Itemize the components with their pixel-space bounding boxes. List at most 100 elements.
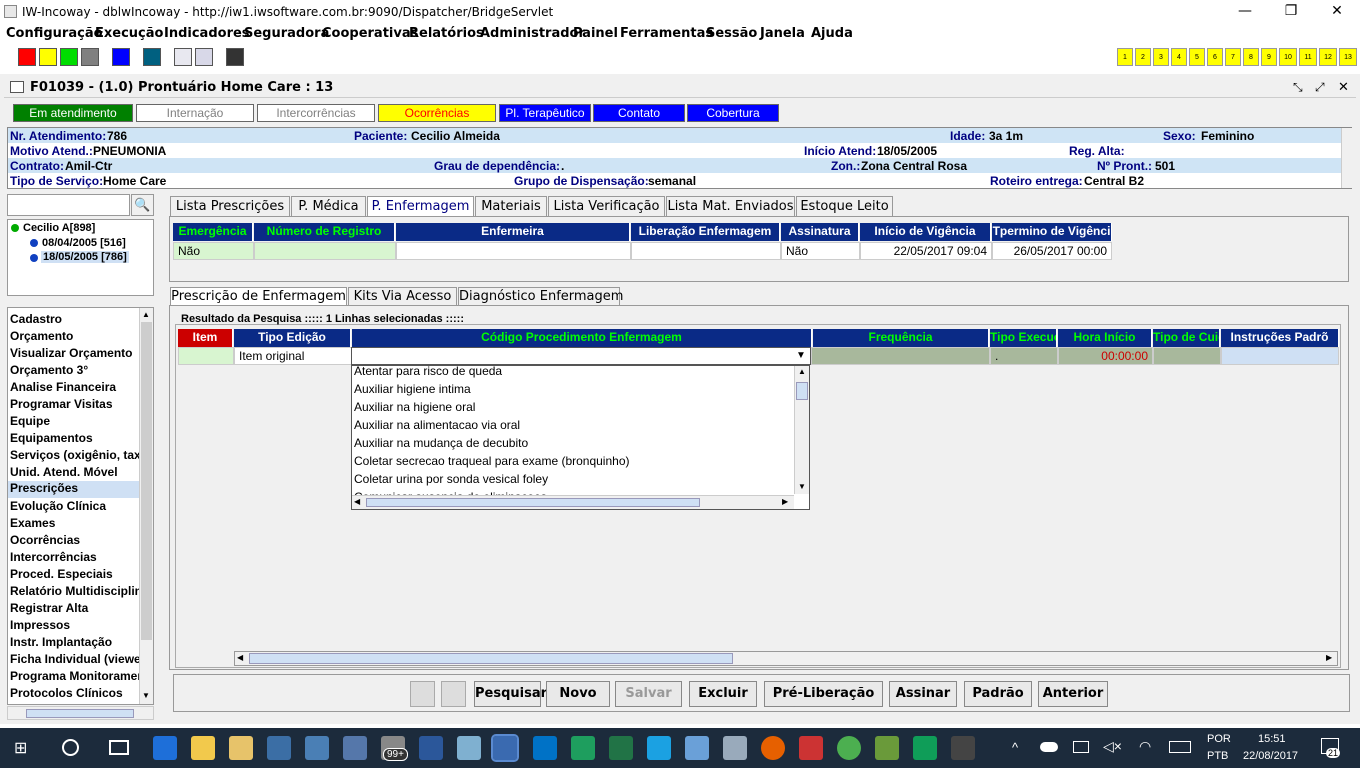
documents-icon[interactable]	[229, 736, 253, 760]
col-item[interactable]: Item	[178, 329, 233, 347]
status-tab-pl-terapeutico[interactable]: Pl. Terapêutico	[499, 104, 591, 122]
nav-item-impressos[interactable]: Impressos	[10, 618, 140, 632]
info-scrollbar[interactable]	[1341, 128, 1352, 188]
scroll-down-icon[interactable]: ▼	[798, 482, 806, 491]
nav-item-instr-implantacao[interactable]: Instr. Implantação	[10, 635, 140, 649]
volume-icon[interactable]: ◁×	[1103, 738, 1122, 755]
color-button-blue[interactable]	[112, 48, 130, 66]
menu-painel[interactable]: Painel	[573, 26, 618, 41]
option-auxiliar-alimentacao[interactable]: Auxiliar na alimentacao via oral	[354, 418, 520, 432]
menu-sessao[interactable]: Sessão	[706, 26, 757, 41]
tree-search-input[interactable]	[7, 194, 130, 216]
nav-item-equipamentos[interactable]: Equipamentos	[10, 431, 140, 445]
col-emergencia[interactable]: Emergência	[173, 223, 253, 241]
dropdown-hscroll[interactable]: ◀ ▶	[352, 495, 794, 509]
cell-instrucoes[interactable]	[1221, 347, 1339, 365]
dark-icon-button[interactable]	[226, 48, 244, 66]
nav-scrollbar[interactable]: ▲ ▼	[139, 308, 153, 704]
window-icon-button[interactable]	[195, 48, 213, 66]
scroll-thumb[interactable]	[796, 382, 808, 400]
sheets-icon[interactable]	[913, 736, 937, 760]
language-line2[interactable]: PTB	[1207, 750, 1228, 762]
subtab-prescricao-enfermagem[interactable]: Prescrição de Enfermagem	[170, 287, 347, 306]
cell-frequencia[interactable]	[811, 347, 990, 365]
menu-configuracao[interactable]: Configuração	[6, 26, 103, 41]
screen-5-button[interactable]: 5	[1189, 48, 1205, 66]
nav-item-orcamento[interactable]: Orçamento	[10, 329, 140, 343]
cell-liberacao[interactable]	[631, 242, 781, 260]
pesquisar-button[interactable]: Pesquisar	[474, 681, 547, 707]
menu-relatorios[interactable]: Relatórios	[409, 26, 484, 41]
nav-item-proced-especiais[interactable]: Proced. Especiais	[10, 567, 140, 581]
nav-item-exames[interactable]: Exames	[10, 516, 140, 530]
cell-inicio-vigencia[interactable]: 22/05/2017 09:04	[860, 242, 992, 260]
nav-item-servicos[interactable]: Serviços (oxigênio, taxa	[10, 448, 140, 462]
status-tab-contato[interactable]: Contato	[593, 104, 685, 122]
language-line1[interactable]: POR	[1207, 733, 1231, 745]
tab-lista-prescricoes[interactable]: Lista Prescrições	[170, 196, 290, 216]
col-tipo-execucao[interactable]: Tipo Execuç	[990, 329, 1057, 347]
cell-enfermeira[interactable]	[396, 242, 631, 260]
col-frequencia[interactable]: Frequência	[813, 329, 989, 347]
nav-item-registrar-alta[interactable]: Registrar Alta	[10, 601, 140, 615]
screen-9-button[interactable]: 9	[1261, 48, 1277, 66]
cell-item[interactable]	[178, 347, 234, 365]
tree-item-1[interactable]: 08/04/2005 [516]	[42, 237, 126, 249]
cell-tipo-execucao[interactable]: .	[990, 347, 1058, 365]
app-icon-9[interactable]	[837, 736, 861, 760]
tray-expand-icon[interactable]: ^	[1012, 740, 1018, 755]
cell-numero-registro[interactable]	[254, 242, 396, 260]
screen-1-button[interactable]: 1	[1117, 48, 1133, 66]
cell-tipo-cuidado[interactable]	[1153, 347, 1221, 365]
cell-hora-inicio[interactable]: 00:00:00	[1058, 347, 1153, 365]
color-button-yellow[interactable]	[39, 48, 57, 66]
nav-item-unid-atend-movel[interactable]: Unid. Atend. Móvel	[10, 465, 140, 479]
ie-icon[interactable]	[647, 736, 671, 760]
dropdown-vscroll[interactable]: ▲ ▼	[794, 366, 809, 494]
excel-icon[interactable]	[609, 736, 633, 760]
nav-item-ficha-individual[interactable]: Ficha Individual (viewer	[10, 652, 140, 666]
pre-liberacao-button[interactable]: Pré-Liberação	[764, 681, 883, 707]
col-termino-vigencia[interactable]: Tpermino de Vigênci	[992, 223, 1112, 241]
scroll-thumb[interactable]	[249, 653, 733, 664]
menu-seguradora[interactable]: Seguradora	[244, 26, 329, 41]
screen-12-button[interactable]: 12	[1319, 48, 1337, 66]
status-tab-intercorrencias[interactable]: Intercorrências	[257, 104, 375, 122]
cortana-icon[interactable]	[62, 739, 79, 756]
menu-ferramentas[interactable]: Ferramentas	[620, 26, 713, 41]
onedrive-icon[interactable]	[1040, 742, 1058, 752]
menu-execucao[interactable]: Execução	[95, 26, 163, 41]
nav-prev-icon-button[interactable]	[410, 681, 435, 707]
col-numero-registro[interactable]: Número de Registro	[254, 223, 395, 241]
col-tipo-edicao[interactable]: Tipo Edição	[234, 329, 351, 347]
color-button-green[interactable]	[60, 48, 78, 66]
color-button-teal[interactable]	[143, 48, 161, 66]
photos-icon[interactable]	[951, 736, 975, 760]
scroll-thumb[interactable]	[141, 322, 152, 640]
frame-restore-icon[interactable]: ⤡	[1293, 80, 1303, 95]
screen-4-button[interactable]: 4	[1171, 48, 1187, 66]
scroll-thumb[interactable]	[366, 498, 700, 507]
tab-materiais[interactable]: Materiais	[475, 196, 547, 216]
start-windows-icon[interactable]: ⊞	[14, 740, 32, 758]
screen-6-button[interactable]: 6	[1207, 48, 1223, 66]
col-inicio-vigencia[interactable]: Início de Vigência	[860, 223, 991, 241]
tab-lista-verificacao[interactable]: Lista Verificação	[548, 196, 665, 216]
screen-13-button[interactable]: 13	[1339, 48, 1357, 66]
tab-p-medica[interactable]: P. Médica	[291, 196, 366, 216]
app-icon-4[interactable]	[457, 736, 481, 760]
edge-icon[interactable]	[153, 736, 177, 760]
salvar-button[interactable]: Salvar	[615, 681, 682, 707]
app-icon-2[interactable]	[305, 736, 329, 760]
nav-hscrollbar[interactable]	[7, 706, 154, 720]
status-tab-em-atendimento[interactable]: Em atendimento	[13, 104, 133, 122]
col-enfermeira[interactable]: Enfermeira	[396, 223, 630, 241]
nav-item-programa-monitoramento[interactable]: Programa Monitoramen	[10, 669, 140, 683]
nav-hscroll-thumb[interactable]	[26, 709, 134, 718]
screen-7-button[interactable]: 7	[1225, 48, 1241, 66]
padrao-button[interactable]: Padrão	[964, 681, 1032, 707]
nav-next-icon-button[interactable]	[441, 681, 466, 707]
frame-maximize-icon[interactable]: ⤢	[1315, 80, 1325, 95]
nav-item-ocorrencias[interactable]: Ocorrências	[10, 533, 140, 547]
option-auxiliar-higiene-oral[interactable]: Auxiliar na higiene oral	[354, 400, 475, 414]
